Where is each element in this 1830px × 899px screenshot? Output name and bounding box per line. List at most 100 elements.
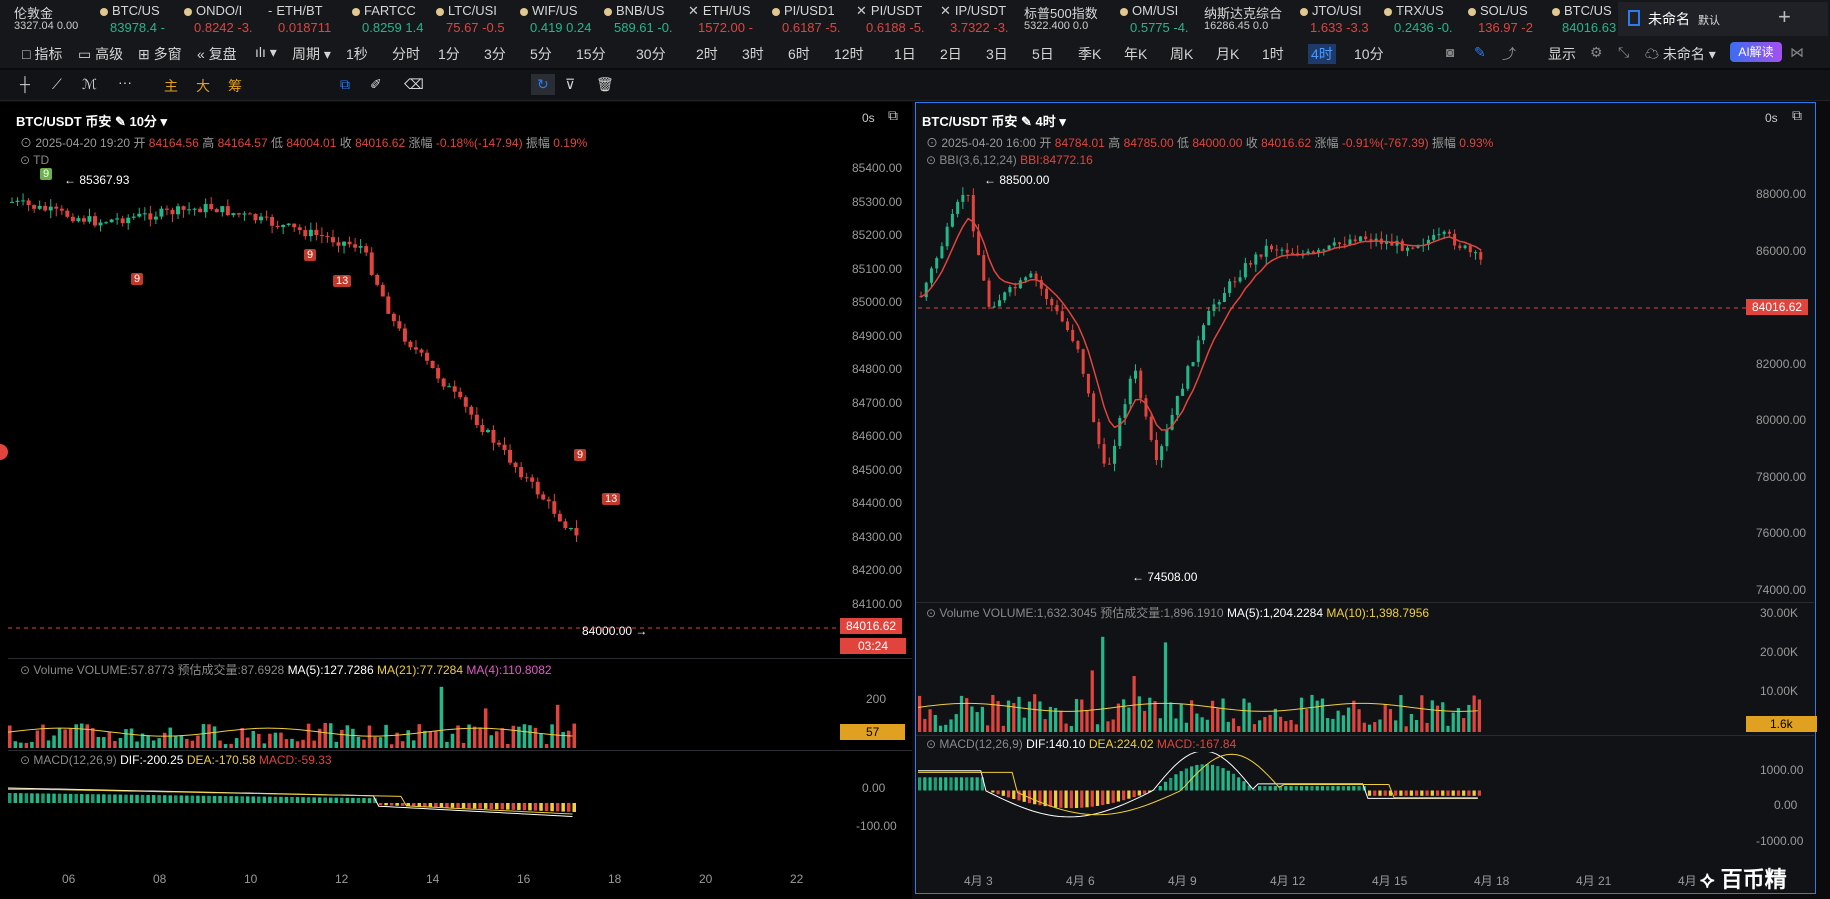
period-2时[interactable]: 2时 [696,44,718,64]
candle [142,213,147,215]
period-4时[interactable]: 4时 [1308,44,1336,64]
period-dropdown[interactable]: 周期 ▾ [292,44,331,64]
settings-icon[interactable]: ⚙ [1590,44,1603,61]
volume-bar [489,735,493,748]
export-icon[interactable]: ⤴ [1502,44,1516,64]
candle [1175,395,1179,415]
period-年K[interactable]: 年K [1124,44,1147,64]
ai-button[interactable]: AI解读 [1730,42,1782,62]
ticker-price: 589.61 -0. [614,20,673,35]
period-5日[interactable]: 5日 [1032,44,1054,64]
trash-icon[interactable]: 🗑 [596,76,614,93]
more-tool-icon[interactable]: ··· [118,74,132,90]
display-button[interactable]: 显示 [1548,44,1576,64]
volume-bar [533,727,538,748]
big-tool[interactable]: 大 [196,76,210,96]
right-expand-icon[interactable]: ⧉ [1792,107,1802,124]
right-candle-chart[interactable] [918,166,1748,606]
filter-icon[interactable]: ⊽ [565,76,575,93]
ticker-name: BNB/US [604,3,664,18]
volume-bar [306,723,311,748]
close-icon[interactable]: ✕ [688,3,699,18]
magnet-icon[interactable]: ↻ [531,74,555,95]
main-tool[interactable]: 主 [164,76,178,96]
period-月K[interactable]: 月K [1216,44,1239,64]
right-macd-chart[interactable] [918,752,1748,862]
macd-bar [1326,786,1330,791]
share-icon[interactable]: ⋈ [1790,44,1804,61]
ticker-price: 1572.00 - [698,20,753,35]
macd-bar [351,797,355,803]
ticker-price: 16286.45 0.0 [1204,20,1269,32]
camera-icon[interactable]: ◙ [1446,44,1454,60]
chips-tool[interactable]: 筹 [228,76,242,96]
close-icon[interactable]: ✕ [940,3,951,18]
brush-icon[interactable]: ✐ [370,76,382,93]
period-6时[interactable]: 6时 [788,44,810,64]
volume-bar [1184,722,1189,732]
layout-save-button[interactable]: ☁ 未命名 ▾ [1645,44,1716,64]
left-volume-chart[interactable] [8,676,838,748]
macd-bar [975,777,979,791]
period-15分[interactable]: 15分 [576,44,606,64]
period-30分[interactable]: 30分 [636,44,666,64]
advanced-button[interactable]: ▭ 高级 [78,44,123,64]
volume-bar [301,739,305,748]
candle [259,216,264,221]
period-1时[interactable]: 1时 [1262,44,1284,64]
period-12时[interactable]: 12时 [834,44,864,64]
close-icon[interactable]: ✕ [856,3,867,18]
line-tool-icon[interactable]: ┼ [20,76,30,92]
left-candle-chart[interactable] [8,162,838,654]
macd-bar [1242,781,1246,791]
price-tick: 84600.00 [852,429,903,443]
ray-tool-icon[interactable]: ⟋ [52,76,62,93]
copy-icon[interactable]: ⧉ [340,76,350,93]
period-3日[interactable]: 3日 [986,44,1008,64]
price-tick: 84700.00 [852,395,903,410]
period-分时[interactable]: 分时 [392,44,420,64]
macd-bar [1294,786,1298,791]
macd-bar [8,793,12,803]
replay-button[interactable]: « 复盘 [197,44,237,64]
period-1日[interactable]: 1日 [894,44,916,64]
period-2日[interactable]: 2日 [940,44,962,64]
pen-icon[interactable]: ✎ [1474,44,1486,61]
macd-bar [273,796,278,803]
candle [1432,234,1436,240]
left-macd-chart[interactable] [8,768,838,868]
right-volume-chart[interactable] [918,620,1748,732]
left-expand-icon[interactable]: ⧉ [888,107,898,124]
price-tick: 85000.00 [852,295,903,309]
candle [1254,254,1258,265]
candle [557,513,562,522]
eraser-icon[interactable]: ⌫ [404,76,424,93]
add-tab-button[interactable]: + [1778,4,1791,30]
period-3分[interactable]: 3分 [484,44,506,64]
fib-tool-icon[interactable]: ℳ [82,76,97,93]
macd-bar [367,798,372,803]
candle [1191,362,1195,367]
macd-bar [135,794,139,803]
period-5分[interactable]: 5分 [530,44,552,64]
macd-bar [85,794,90,803]
period-3时[interactable]: 3时 [742,44,764,64]
macd-bar [1158,785,1162,791]
volume-bar [970,706,974,732]
macd-bar [539,803,543,811]
multi-window-button[interactable]: ⊞ 多窗 [138,44,182,64]
period-周K[interactable]: 周K [1170,44,1193,64]
fullscreen-icon[interactable]: ⤡ [1618,44,1629,61]
candle [192,208,197,210]
indicator-button[interactable]: □ 指标 [22,44,62,64]
price-tick: 85300.00 [852,194,903,209]
chart-type-button[interactable]: ılı ▾ [255,44,277,61]
left-symbol[interactable]: BTC/USDT 币安 ✎ 10分 ▾ [16,111,167,130]
workspace-tab[interactable]: 未命名 默认 [1618,2,1828,36]
right-symbol[interactable]: BTC/USDT 币安 ✎ 4时 ▾ [922,111,1066,130]
candle [391,313,396,322]
period-1分[interactable]: 1分 [438,44,460,64]
period-10分[interactable]: 10分 [1354,44,1384,64]
period-1秒[interactable]: 1秒 [346,44,368,64]
period-季K[interactable]: 季K [1078,44,1101,64]
